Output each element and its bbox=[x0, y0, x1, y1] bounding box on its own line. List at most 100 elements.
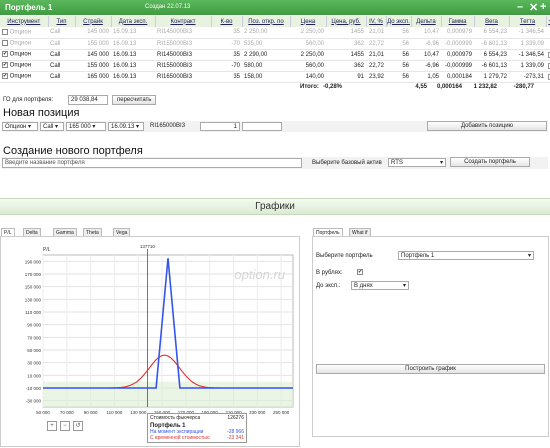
table-cell: 35 bbox=[211, 27, 242, 39]
to-exp-select[interactable]: В днях ▾ bbox=[351, 281, 409, 290]
column-header[interactable]: Гамма bbox=[441, 16, 475, 27]
table-cell: -6 601,13 bbox=[474, 60, 509, 72]
price-input[interactable] bbox=[242, 122, 282, 131]
date-select[interactable]: 16.09.13 ▾ bbox=[108, 122, 144, 131]
table-cell: 16.09.13 bbox=[111, 27, 155, 39]
table-cell: 91 bbox=[326, 71, 366, 83]
column-header[interactable]: Цена bbox=[290, 16, 327, 27]
y-tick-label: 150 000 bbox=[25, 285, 42, 290]
column-header[interactable]: Тетта bbox=[509, 16, 547, 27]
table-cell: Опцион bbox=[0, 27, 48, 39]
y-tick-label: -30 000 bbox=[26, 399, 42, 404]
table-cell: 1 339,09 bbox=[509, 60, 546, 72]
table-cell: 56 bbox=[386, 49, 411, 61]
totals-gamma: 0,000164 bbox=[436, 84, 462, 90]
create-portfolio-button[interactable]: Создать портфель bbox=[450, 157, 530, 167]
portfolio-name-input[interactable]: Введите название портфеля bbox=[2, 158, 302, 168]
table-cell: 16.09.13 bbox=[111, 49, 155, 61]
zoom-reset-icon[interactable]: ↺ bbox=[73, 421, 83, 431]
table-cell: -1 346,54 bbox=[509, 27, 546, 39]
qty-input[interactable]: 1 bbox=[200, 122, 240, 131]
build-chart-button[interactable]: Построить график bbox=[316, 364, 545, 374]
column-header[interactable]: Контракт bbox=[155, 16, 212, 27]
table-cell: 145 000 bbox=[75, 27, 111, 39]
row-checkbox[interactable]: ✔ bbox=[2, 62, 8, 69]
column-header[interactable]: Вега bbox=[474, 16, 510, 27]
column-header[interactable]: Дельта bbox=[411, 16, 442, 27]
y-tick-label: -10 000 bbox=[26, 386, 42, 391]
totals-theta: -280,77 bbox=[513, 84, 534, 90]
x-tick-label: 90 000 bbox=[84, 410, 98, 415]
table-cell: Call bbox=[48, 49, 75, 61]
base-asset-label: Выберите базовый актив bbox=[312, 160, 382, 166]
table-cell: 0,000979 bbox=[441, 49, 474, 61]
tooltip-s2: С временной стоимостью bbox=[150, 435, 210, 441]
y-tick-label: 110 000 bbox=[25, 310, 41, 315]
table-cell: RI155000BI3 bbox=[155, 38, 211, 50]
table-cell: -70 bbox=[211, 38, 242, 50]
table-cell: 16.09.13 bbox=[111, 38, 155, 50]
table-cell: 35 bbox=[211, 71, 242, 83]
rub-checkbox[interactable]: ✔ bbox=[357, 269, 363, 275]
row-checkbox[interactable] bbox=[2, 40, 8, 47]
column-header[interactable]: +/- bbox=[546, 16, 550, 27]
x-tick-label: 50 000 bbox=[36, 410, 50, 415]
column-header[interactable]: К-во bbox=[211, 16, 243, 27]
table-cell: RI145000BI3 bbox=[155, 27, 211, 39]
table-row: ✔ Опцион Call 155 000 16.09.13 RI155000BI3 -7… bbox=[0, 60, 550, 72]
minimize-icon[interactable]: – bbox=[517, 1, 523, 13]
close-icon[interactable]: ✕ bbox=[529, 1, 538, 14]
table-cell: 2 250,00 bbox=[290, 27, 326, 39]
strike-select[interactable]: 165 000 ▾ bbox=[66, 122, 106, 131]
totals-vega: 1 232,82 bbox=[473, 84, 497, 90]
column-header[interactable]: Дата эксп. bbox=[111, 16, 156, 27]
table-cell: 16.09.13 bbox=[111, 60, 155, 72]
chart-settings-panel: Выберите портфель Портфель 1 ▾ В рублях: … bbox=[312, 236, 549, 437]
table-cell: Call bbox=[48, 27, 75, 39]
column-header[interactable]: До эксп. bbox=[386, 16, 412, 27]
table-cell: ✔ Опцион bbox=[0, 49, 48, 61]
base-asset-select[interactable]: RTS ▾ bbox=[388, 158, 446, 167]
add-icon[interactable]: + bbox=[540, 1, 546, 13]
table-cell: Call bbox=[48, 60, 75, 72]
table-cell: 16.09.13 bbox=[111, 71, 155, 83]
zoom-in-icon[interactable]: + bbox=[47, 421, 57, 431]
loss-band bbox=[43, 381, 293, 407]
y-axis-label: P/L bbox=[43, 247, 51, 253]
table-cell: 22,72 bbox=[366, 60, 386, 72]
zoom-out-icon[interactable]: − bbox=[60, 421, 70, 431]
column-header[interactable]: Цена, руб. bbox=[326, 16, 367, 27]
column-header[interactable]: Поз. откр. по bbox=[242, 16, 291, 27]
portfolio-select[interactable]: Портфель 1 ▾ bbox=[398, 251, 534, 260]
table-cell: RI155000BI3 bbox=[155, 60, 211, 72]
column-header[interactable]: Инструмент bbox=[0, 16, 49, 27]
table-cell: 10,47 bbox=[411, 27, 441, 39]
add-position-button[interactable]: Добавить позицию bbox=[427, 121, 547, 131]
table-cell: 165 000 bbox=[75, 71, 111, 83]
column-header[interactable]: Тип bbox=[48, 16, 76, 27]
table-cell: 140,00 bbox=[290, 71, 326, 83]
table-cell: -273,31 bbox=[509, 71, 546, 83]
y-tick-label: 170 000 bbox=[25, 272, 42, 277]
instrument-select[interactable]: Опцион ▾ bbox=[2, 122, 38, 131]
column-header[interactable]: IV, % bbox=[366, 16, 387, 27]
column-header[interactable]: Страйк bbox=[75, 16, 112, 27]
table-cell: 22,72 bbox=[366, 38, 386, 50]
tooltip-label: Стоимость фьючерса bbox=[150, 415, 201, 421]
x-tick-label: 130 000 bbox=[130, 410, 147, 415]
row-checkbox[interactable]: ✔ bbox=[2, 51, 8, 58]
marker-label: 137710 bbox=[140, 244, 156, 249]
table-cell: Call bbox=[48, 38, 75, 50]
created-date: Создан 22.07.13 bbox=[145, 4, 191, 10]
table-cell: 560,00 bbox=[290, 38, 326, 50]
chart-tooltip: Стоимость фьючерса 126276 Портфель 1 На м… bbox=[147, 413, 247, 443]
type-select[interactable]: Call ▾ bbox=[40, 122, 64, 131]
tooltip-v2: -23 341 bbox=[227, 435, 244, 441]
recalc-button[interactable]: пересчитать bbox=[112, 95, 157, 105]
table-cell: 1455 bbox=[326, 49, 366, 61]
new-portfolio-title: Создание нового портфеля bbox=[3, 145, 143, 157]
row-checkbox[interactable] bbox=[2, 28, 8, 35]
table-cell: 2 290,00 bbox=[242, 49, 290, 61]
rub-label: В рублях: bbox=[316, 270, 343, 276]
row-checkbox[interactable]: ✔ bbox=[2, 73, 8, 80]
